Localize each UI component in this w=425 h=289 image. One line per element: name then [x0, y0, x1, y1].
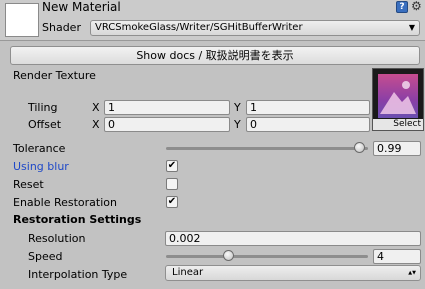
tiling-label: Tiling	[28, 101, 58, 114]
texture-slot[interactable]: Select	[372, 68, 424, 131]
using-blur-checkbox[interactable]: ✔	[166, 160, 178, 172]
interpolation-type-label: Interpolation Type	[28, 268, 128, 281]
tiling-y-label: Y	[234, 101, 241, 114]
offset-y-label: Y	[234, 118, 241, 131]
chevron-down-icon: ▼	[408, 23, 415, 32]
texture-select-button[interactable]: Select	[373, 119, 423, 130]
show-docs-button[interactable]: Show docs / 取扱説明書を表示	[10, 46, 420, 65]
tolerance-label: Tolerance	[13, 142, 66, 155]
tolerance-slider-track	[166, 147, 368, 150]
resolution-label: Resolution	[28, 232, 86, 245]
check-icon: ✔	[167, 196, 177, 207]
tiling-x-label: X	[92, 101, 100, 114]
material-title: New Material	[42, 0, 121, 14]
chevron-down-icon: ▲▼	[408, 270, 416, 276]
offset-x-label: X	[92, 118, 100, 131]
material-thumbnail	[5, 3, 39, 37]
render-texture-label: Render Texture	[13, 69, 96, 82]
speed-field[interactable]: 4	[373, 249, 421, 264]
gear-icon[interactable]: ⚙	[411, 0, 422, 13]
shader-dropdown[interactable]: VRCSmokeGlass/Writer/SGHitBufferWriter ▼	[90, 20, 420, 36]
check-icon: ✔	[167, 160, 177, 171]
tiling-y-field[interactable]: 1	[246, 100, 370, 115]
help-icon[interactable]: ?	[396, 1, 408, 13]
enable-restoration-checkbox[interactable]: ✔	[166, 196, 178, 208]
resolution-field[interactable]: 0.002	[165, 231, 421, 246]
tolerance-slider[interactable]	[166, 141, 368, 155]
tolerance-field[interactable]: 0.99	[373, 141, 421, 156]
offset-x-field[interactable]: 0	[104, 117, 230, 132]
reset-label: Reset	[13, 178, 44, 191]
speed-slider[interactable]	[166, 249, 368, 263]
speed-slider-track	[166, 255, 368, 258]
shader-value: VRCSmokeGlass/Writer/SGHitBufferWriter	[95, 22, 303, 33]
texture-image-icon	[380, 81, 416, 114]
speed-label: Speed	[28, 250, 63, 263]
interpolation-type-value: Linear	[172, 267, 204, 278]
shader-label: Shader	[42, 21, 81, 34]
tolerance-slider-knob[interactable]	[354, 142, 365, 153]
interpolation-type-dropdown[interactable]: Linear ▲▼	[165, 265, 421, 281]
tiling-x-field[interactable]: 1	[104, 100, 230, 115]
restoration-settings-heading: Restoration Settings	[13, 213, 142, 226]
using-blur-label: Using blur	[13, 160, 69, 173]
offset-label: Offset	[28, 118, 62, 131]
offset-y-field[interactable]: 0	[246, 117, 370, 132]
speed-slider-knob[interactable]	[223, 250, 234, 261]
texture-preview	[378, 74, 418, 118]
enable-restoration-label: Enable Restoration	[13, 196, 117, 209]
reset-checkbox[interactable]	[166, 178, 178, 190]
